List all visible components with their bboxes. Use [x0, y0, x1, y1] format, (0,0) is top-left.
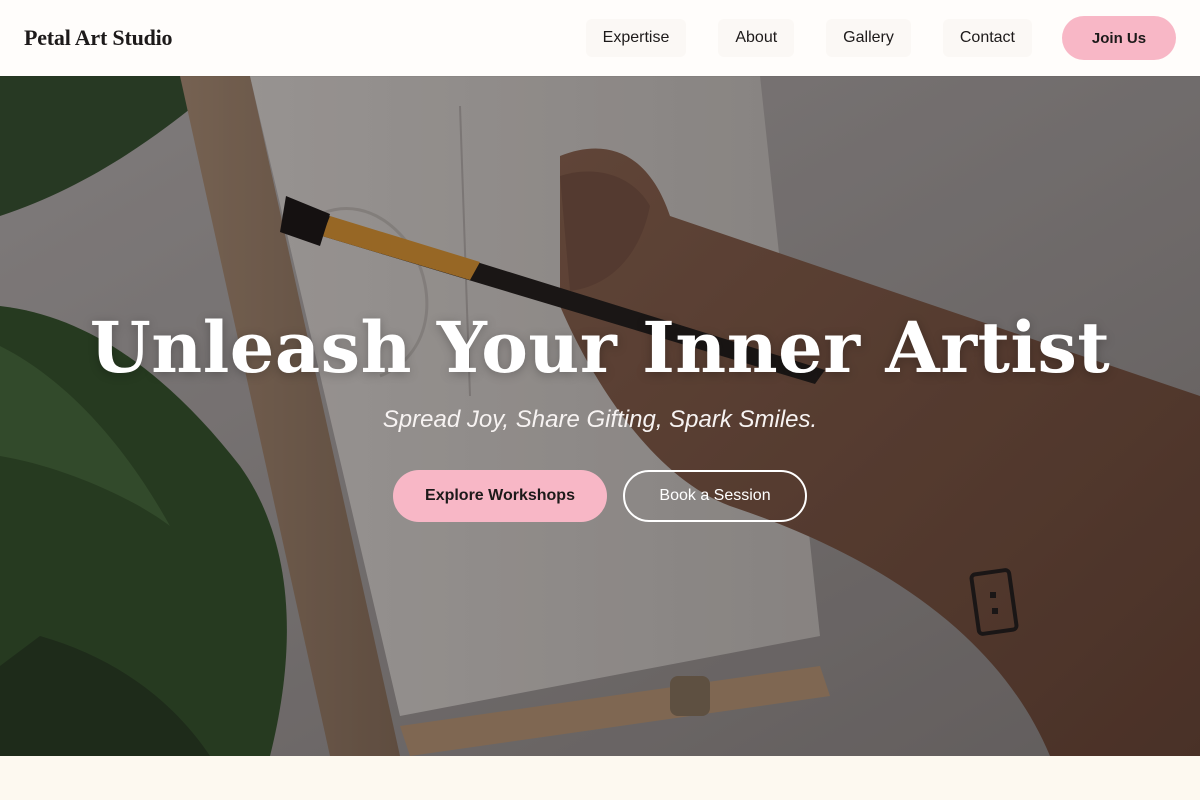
explore-workshops-button[interactable]: Explore Workshops — [393, 470, 607, 522]
nav-item-contact[interactable]: Contact — [942, 19, 1032, 57]
hero-cta-group: Explore Workshops Book a Session — [0, 470, 1200, 522]
hero-title: Unleash Your Inner Artist — [89, 306, 1111, 389]
join-us-button[interactable]: Join Us — [1062, 16, 1176, 60]
nav-item-expertise[interactable]: Expertise — [585, 19, 687, 57]
nav-item-about[interactable]: About — [718, 19, 795, 57]
main-nav: Expertise About Gallery Contact Join Us — [585, 16, 1176, 60]
hero-subtitle: Spread Joy, Share Gifting, Spark Smiles. — [382, 406, 818, 433]
hero-section: Unleash Your Inner Artist Spread Joy, Sh… — [0, 76, 1200, 756]
book-session-button[interactable]: Book a Session — [623, 470, 807, 522]
site-header: Petal Art Studio Expertise About Gallery… — [0, 0, 1200, 76]
nav-item-gallery[interactable]: Gallery — [826, 19, 911, 57]
next-section — [0, 756, 1200, 800]
brand-logo[interactable]: Petal Art Studio — [24, 25, 173, 51]
